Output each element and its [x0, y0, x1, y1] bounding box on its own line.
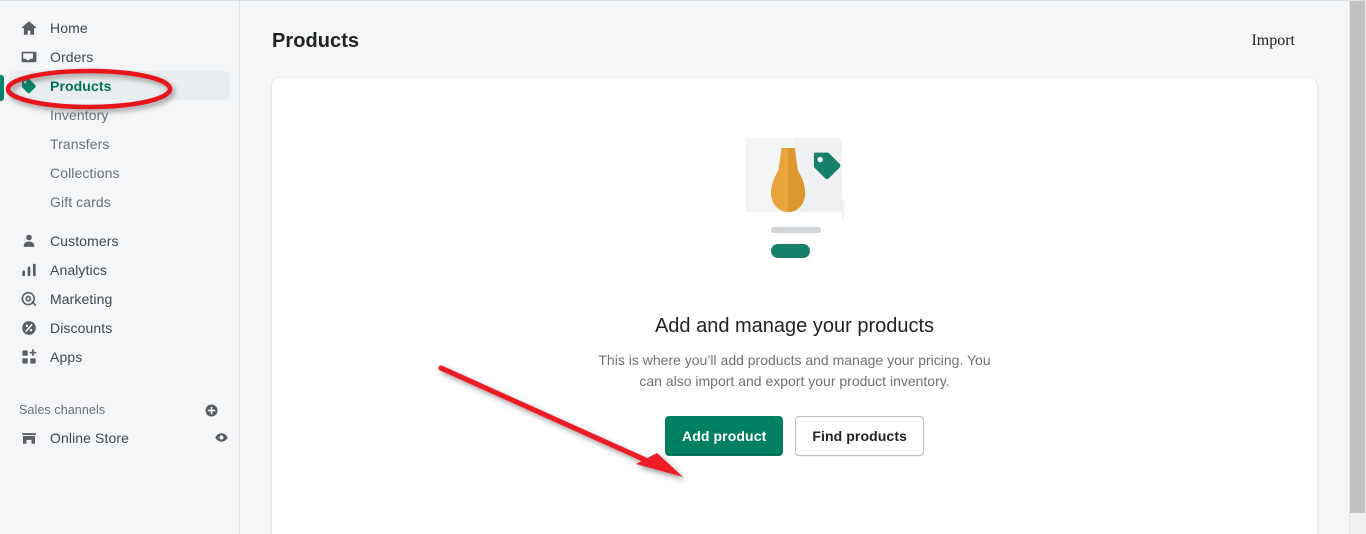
sidebar-item-label: Customers: [50, 232, 119, 249]
sidebar-subitem-inventory[interactable]: Inventory: [9, 100, 230, 129]
empty-state-card: Add and manage your products This is whe…: [272, 78, 1317, 534]
empty-state-body: This is where you’ll add products and ma…: [598, 352, 991, 389]
sidebar-item-discounts[interactable]: Discounts: [9, 313, 230, 342]
sidebar-item-label: Apps: [50, 348, 83, 365]
sidebar-item-online-store[interactable]: Online Store: [9, 423, 230, 452]
sales-channels-header: Sales channels: [9, 397, 230, 423]
sidebar-item-apps[interactable]: Apps: [9, 342, 230, 371]
page-title: Products: [272, 30, 360, 52]
active-nav-indicator: [0, 75, 4, 101]
main-content: Products Import Add and manage your prod…: [241, 1, 1349, 534]
sidebar-subitem-label: Transfers: [50, 135, 110, 152]
sales-channels-title: Sales channels: [19, 403, 106, 417]
sidebar-subitem-label: Collections: [50, 164, 120, 181]
discounts-percent-icon: [19, 318, 39, 338]
empty-state-heading: Add and manage your products: [654, 315, 935, 337]
find-products-button[interactable]: Find products: [795, 416, 924, 456]
app-window: Home Orders Products Inventory Transfers…: [0, 0, 1366, 534]
sidebar-item-label: Analytics: [50, 261, 107, 278]
sidebar-subitem-label: Inventory: [50, 106, 109, 123]
import-button[interactable]: Import: [1245, 30, 1301, 52]
sidebar-item-orders[interactable]: Orders: [9, 42, 230, 71]
sidebar-item-label: Online Store: [50, 429, 130, 446]
analytics-bars-icon: [19, 260, 39, 280]
vertical-scrollbar-track[interactable]: [1349, 1, 1366, 534]
marketing-target-icon: [19, 289, 39, 309]
products-tag-icon: [19, 76, 39, 96]
sidebar-item-label: Discounts: [50, 319, 113, 336]
sidebar-subitem-collections[interactable]: Collections: [9, 158, 230, 187]
sidebar-item-products[interactable]: Products: [9, 71, 230, 100]
sidebar-item-label: Marketing: [50, 290, 113, 307]
plus-circle-icon[interactable]: [202, 401, 220, 419]
sidebar-item-label: Home: [50, 19, 88, 36]
sidebar-subitem-gift-cards[interactable]: Gift cards: [9, 187, 230, 216]
add-product-button[interactable]: Add product: [665, 416, 784, 456]
vertical-scrollbar-thumb[interactable]: [1350, 1, 1365, 513]
sidebar-subitem-transfers[interactable]: Transfers: [9, 129, 230, 158]
sidebar: Home Orders Products Inventory Transfers…: [0, 1, 240, 534]
home-icon: [19, 18, 39, 38]
sidebar-item-customers[interactable]: Customers: [9, 226, 230, 255]
page-header: Products Import: [241, 1, 1349, 57]
sidebar-item-label: Products: [50, 77, 112, 94]
orders-icon: [19, 47, 39, 67]
sidebar-item-marketing[interactable]: Marketing: [9, 284, 230, 313]
product-card-with-tag-illustration: [695, 124, 895, 284]
customers-person-icon: [19, 231, 39, 251]
storefront-icon: [19, 428, 39, 448]
sidebar-item-home[interactable]: Home: [9, 13, 230, 42]
empty-state-actions: Add product Find products: [272, 416, 1317, 456]
sidebar-item-label: Orders: [50, 48, 94, 65]
apps-grid-icon: [19, 347, 39, 367]
sidebar-item-analytics[interactable]: Analytics: [9, 255, 230, 284]
sidebar-subitem-label: Gift cards: [50, 193, 111, 210]
eye-icon[interactable]: [212, 429, 230, 447]
